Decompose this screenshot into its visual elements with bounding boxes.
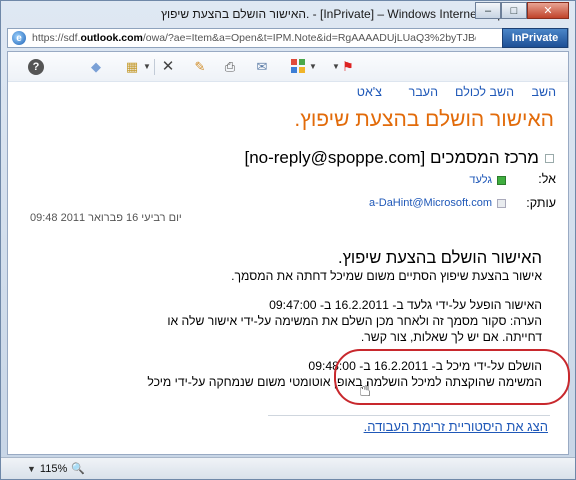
divider [268,415,550,416]
presence-online-icon [497,175,506,185]
to-recipient-name[interactable]: גלעד [469,174,492,186]
move-icon[interactable]: ◆ [88,59,104,75]
address-bar[interactable]: e https://sdf.outlook.com/owa/?ae=Item&a… [7,28,569,48]
hand-cursor-icon: ☝ [359,379,372,401]
body-line: האישור הופעל על-ידי גלעד ב- 16.2.2011 ב-… [269,298,542,312]
close-button[interactable]: ✕ [527,2,569,19]
url-prefix: https://sdf. [32,32,81,44]
to-label: אל: [538,172,556,186]
cc-label: עותק: [526,196,556,210]
help-icon[interactable]: ? [28,59,44,75]
ie-icon: e [12,31,26,45]
maximize-button[interactable]: □ [501,2,527,19]
window-controls: – □ ✕ [475,2,569,19]
sender-name[interactable]: מרכז המסמכים [no-reply@spoppe.com] [244,148,539,168]
body-line: דחייתה. אם יש לך שאלות, צור קשר. [360,330,542,344]
sender-checkbox-icon [545,153,554,163]
message-toolbar: ? ◆ ▦ ▼ ✕ ✎ ⎙ ✉ ▼ ▼ ⚑ [8,52,568,82]
chat-button[interactable]: צ'אט [357,85,382,99]
to-recipient[interactable]: גלעד [469,174,506,186]
category-grid-icon[interactable] [290,59,306,75]
body-line: אישור בהצעת שיפוץ הסתיים משום שמיכל דחתה… [231,269,542,283]
window-title: האישור הושלם בהצעת שיפוץ. - [InPrivate] … [161,7,501,21]
message-subject: האישור הושלם בהצעת שיפוץ. [294,108,554,131]
url-path: /owa/?ae=Item&a=Open&t=IPM.Note&id=RgAAA… [142,32,476,44]
url-domain: outlook.com [80,32,143,44]
reply-button[interactable]: השב [531,85,556,99]
sender-row: מרכז המסמכים [no-reply@spoppe.com] [244,148,554,168]
body-heading: האישור הושלם בהצעת שיפוץ. [338,249,542,267]
sent-date: יום רביעי 16 פברואר 2011 09:48 [30,212,182,224]
print-icon[interactable]: ⎙ [222,59,238,75]
toolbar-separator [154,59,155,75]
minimize-icon: – [484,4,492,17]
zoom-icon: 🔍 [71,463,85,475]
post-icon[interactable]: ✎ [192,59,208,75]
delete-icon[interactable]: ✕ [160,59,176,75]
title-bar: האישור הושלם בהצעת שיפוץ. - [InPrivate] … [1,1,575,27]
browser-window: האישור הושלם בהצעת שיפוץ. - [InPrivate] … [0,0,576,480]
close-icon: ✕ [543,5,553,17]
body-line: הערה: סקור מסמך זה ולאחר מכן השלם את המש… [167,314,542,328]
message-actions: השב השב לכולם העבר צ'אט [8,82,568,104]
workflow-history-link[interactable]: הצג את היסטוריית זרימת העבודה. [364,419,548,434]
forward-button[interactable]: העבר [409,85,438,99]
flag-icon[interactable]: ⚑ [340,59,356,75]
inprivate-badge[interactable]: InPrivate [502,28,568,48]
presence-unknown-icon [497,198,506,208]
zoom-dropdown-icon[interactable]: ▼ [27,464,36,474]
maximize-icon: □ [510,4,518,17]
url-text[interactable]: https://sdf.outlook.com/owa/?ae=Item&a=O… [32,32,476,44]
zoom-level: 115% [39,462,68,475]
cc-recipient-name[interactable]: a-DaHint@Microsoft.com [369,197,492,209]
status-bar: ▼ 115% 🔍 [1,457,575,479]
cc-recipient[interactable]: a-DaHint@Microsoft.com [369,197,506,209]
category-dropdown-icon[interactable]: ▼ [305,59,321,75]
categorize-icon[interactable]: ▦ [124,59,140,75]
open-icon[interactable]: ✉ [254,59,270,75]
categorize-dropdown-icon[interactable]: ▼ [139,59,155,75]
reply-all-button[interactable]: השב לכולם [455,85,514,99]
zoom-control[interactable]: ▼ 115% 🔍 [27,462,85,476]
minimize-button[interactable]: – [475,2,501,19]
